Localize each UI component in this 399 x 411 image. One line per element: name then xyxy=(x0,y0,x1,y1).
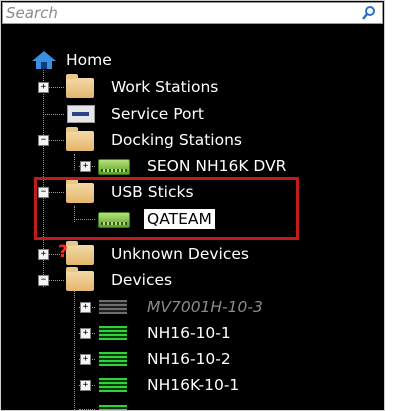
rack-icon xyxy=(99,326,127,340)
question-icon: ? xyxy=(58,242,68,262)
expand-toggle[interactable]: + xyxy=(80,302,91,313)
tree-node-label: NH16-10-2 xyxy=(147,350,231,368)
tree-node-label: SEON NH16K DVR xyxy=(147,157,287,175)
folder-icon xyxy=(66,74,94,98)
expand-toggle[interactable]: + xyxy=(38,82,49,93)
tree-node-label: Home xyxy=(66,51,112,69)
expand-toggle[interactable]: + xyxy=(38,249,49,260)
expand-toggle[interactable]: + xyxy=(80,380,91,391)
rack-icon xyxy=(99,378,127,392)
expand-toggle[interactable]: + xyxy=(80,354,91,365)
search-input[interactable] xyxy=(2,2,383,24)
home-icon xyxy=(32,51,56,69)
collapse-toggle[interactable]: − xyxy=(38,275,49,286)
tree-node-label: Devices xyxy=(111,271,173,289)
tree-node-device[interactable]: + NH16K-10-1 xyxy=(1,372,384,398)
search-icon[interactable] xyxy=(360,5,378,21)
usb-drive-icon xyxy=(98,159,130,175)
tree-node-device[interactable]: + NH16-10-2 xyxy=(1,346,384,372)
tree-node-device[interactable]: + NH16-10-1 xyxy=(1,320,384,346)
tree-node-docking-stations[interactable]: − Docking Stations xyxy=(1,127,384,153)
tree-node-work-stations[interactable]: + Work Stations xyxy=(1,74,384,100)
tree-node-devices[interactable]: − Devices xyxy=(1,267,384,293)
folder-icon xyxy=(66,127,94,151)
tree-node-device-partial[interactable] xyxy=(1,399,384,410)
tree-node-unknown-devices[interactable]: + ? Unknown Devices xyxy=(1,241,384,267)
tree-node-label: NH16-10-1 xyxy=(147,324,231,342)
expand-toggle[interactable]: + xyxy=(80,161,91,172)
tree-node-seon-dvr[interactable]: + SEON NH16K DVR xyxy=(1,153,384,179)
tree-node-home[interactable]: Home xyxy=(1,47,384,73)
rack-icon xyxy=(99,405,127,410)
annotation-highlight-box xyxy=(34,177,299,240)
collapse-toggle[interactable]: − xyxy=(38,135,49,146)
tree-node-service-port[interactable]: Service Port xyxy=(1,101,384,127)
rack-icon xyxy=(99,352,127,366)
expand-toggle[interactable]: + xyxy=(80,328,91,339)
tree-node-label: MV7001H-10-3 xyxy=(147,298,263,316)
folder-icon xyxy=(66,241,94,265)
service-port-icon xyxy=(67,105,95,123)
tree-node-label: Docking Stations xyxy=(111,131,242,149)
folder-icon xyxy=(66,267,94,291)
device-tree-panel: Home + Work Stations Service Port − Dock… xyxy=(0,0,385,411)
tree-node-label: Work Stations xyxy=(111,78,219,96)
rack-icon xyxy=(99,300,127,314)
tree-node-device[interactable]: + MV7001H-10-3 xyxy=(1,294,384,320)
tree-node-label: Service Port xyxy=(111,105,204,123)
tree-node-label: Unknown Devices xyxy=(111,245,249,263)
tree-node-label: NH16K-10-1 xyxy=(147,376,240,394)
